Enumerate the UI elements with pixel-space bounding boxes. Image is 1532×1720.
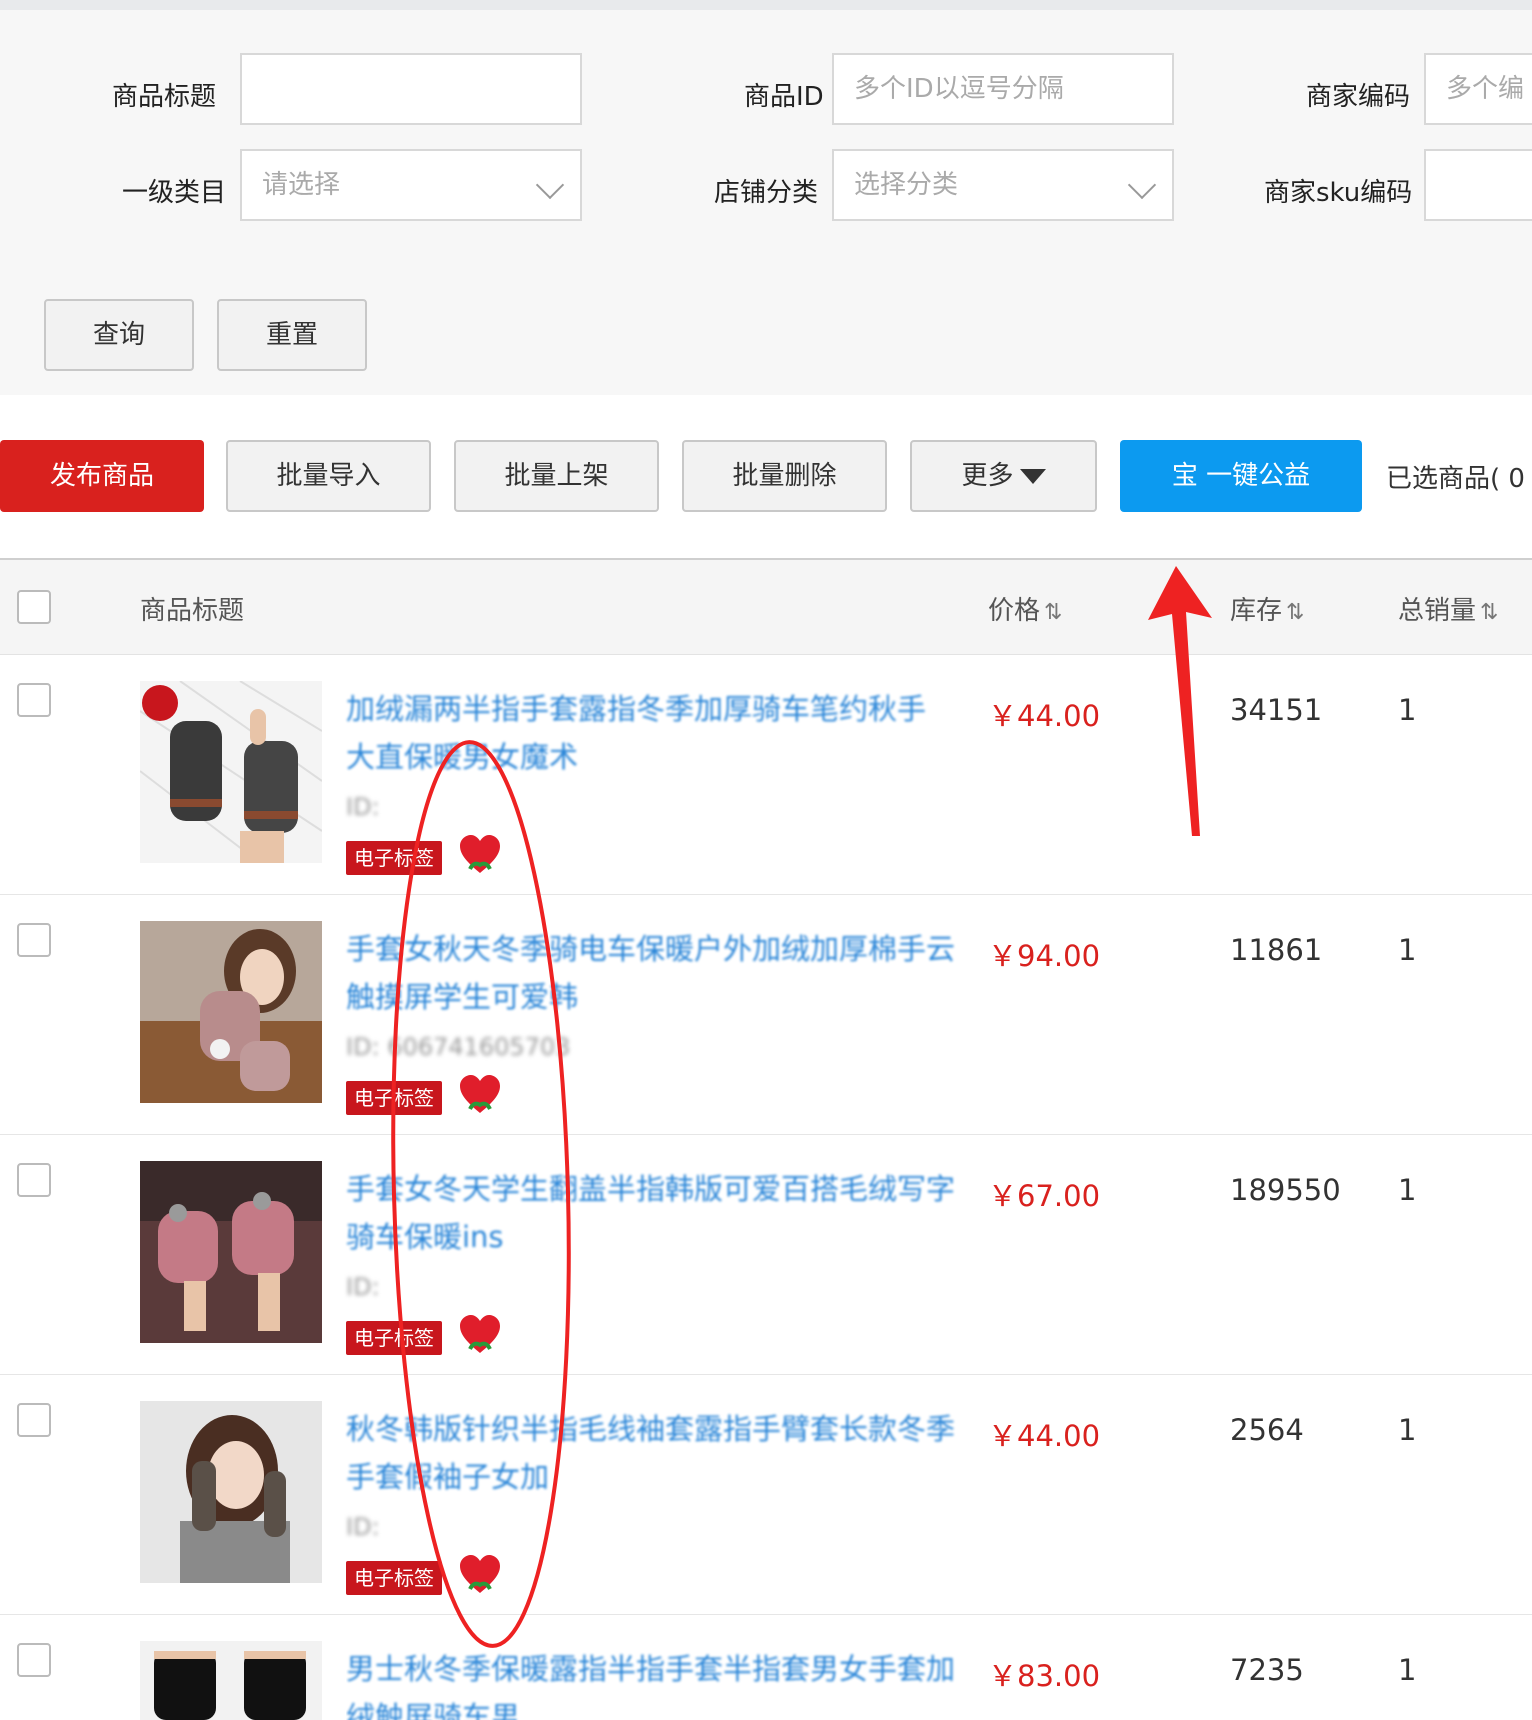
reset-button[interactable]: 重置 (217, 299, 367, 371)
filter-panel: 商品标题 商品ID 多个ID以逗号分隔 商家编码 多个编 一级类目 请选择 店铺… (0, 10, 1532, 395)
product-id-value: ID: (346, 1273, 380, 1301)
e-label-badge[interactable]: 电子标签 (346, 841, 442, 875)
product-title: 秋冬韩版针织半指毛线袖套露指手臂套长款冬季手套假袖子女加 (346, 1412, 956, 1494)
charity-button[interactable]: 宝 一键公益 (1120, 440, 1362, 512)
product-stock[interactable]: 11861 (1230, 933, 1322, 967)
product-price: ￥44.00 (988, 1419, 1101, 1453)
top-strip (0, 0, 1532, 10)
title-filter-label: 商品标题 (112, 82, 217, 112)
batch-list-button[interactable]: 批量上架 (454, 440, 659, 512)
product-title: 加绒漏两半指手套露指冬季加厚骑车笔约秋手 大直保暖男女魔术 (346, 692, 927, 774)
table-header: 商品标题 价格 ⇅ 库存 ⇅ 总销量 ⇅ (0, 558, 1532, 655)
sort-icon: ⇅ (1286, 600, 1305, 625)
shop-category-select[interactable]: 选择分类 (832, 149, 1174, 221)
product-id-value: ID: (346, 1513, 380, 1541)
title-filter-input[interactable] (240, 53, 582, 125)
sku-label: 商家sku编码 (1264, 178, 1413, 208)
merchant-code-input[interactable]: 多个编 (1424, 53, 1532, 125)
batch-delete-button[interactable]: 批量删除 (682, 440, 887, 512)
sort-icon: ⇅ (1480, 600, 1499, 625)
publish-button[interactable]: 发布商品 (0, 440, 204, 512)
charity-heart-icon (460, 1075, 500, 1113)
product-thumbnail[interactable] (140, 1161, 322, 1343)
header-title: 商品标题 (140, 596, 245, 626)
product-thumbnail[interactable] (140, 921, 322, 1103)
product-price: ￥94.00 (988, 939, 1101, 973)
product-title-link[interactable]: 男士秋冬季保暖露指半指手套半指套男女手套加绒触屏骑车男 (346, 1645, 956, 1720)
product-thumbnail[interactable] (140, 1401, 322, 1583)
row-checkbox[interactable] (17, 683, 51, 717)
header-sales-label: 总销量 (1398, 596, 1477, 626)
caret-down-icon (1019, 469, 1046, 484)
charity-heart-icon (460, 835, 500, 873)
product-id-value: ID: (346, 793, 380, 821)
header-stock[interactable]: 库存 ⇅ (1230, 590, 1304, 627)
product-stock[interactable]: 189550 (1230, 1173, 1341, 1207)
e-label-badge[interactable]: 电子标签 (346, 1561, 442, 1595)
product-title-link[interactable]: 手套女冬天学生翻盖半指韩版可爱百搭毛绒写字骑车保暖ins (346, 1165, 956, 1261)
shop-category-label: 店铺分类 (714, 178, 819, 208)
more-dropdown-button[interactable]: 更多 (910, 440, 1097, 512)
query-button[interactable]: 查询 (44, 299, 194, 371)
merchant-code-label: 商家编码 (1306, 82, 1411, 112)
category-label: 一级类目 (122, 178, 227, 208)
product-id: ID: (346, 1513, 380, 1541)
sku-input[interactable] (1424, 149, 1532, 221)
chevron-down-icon (1127, 170, 1157, 200)
product-stock[interactable]: 34151 (1230, 693, 1322, 727)
row-checkbox[interactable] (17, 1643, 51, 1677)
table-row[interactable]: 手套女冬天学生翻盖半指韩版可爱百搭毛绒写字骑车保暖ins ID: 电子标签 ￥6… (0, 1135, 1532, 1375)
id-filter-label: 商品ID (744, 82, 824, 112)
selected-count: 已选商品( 0 (1386, 464, 1525, 494)
e-label-badge[interactable]: 电子标签 (346, 1081, 442, 1115)
table-row[interactable]: 秋冬韩版针织半指毛线袖套露指手臂套长款冬季手套假袖子女加 ID: 电子标签 ￥4… (0, 1375, 1532, 1615)
product-sales: 1 (1398, 1653, 1417, 1687)
product-title: 手套女秋天冬季骑电车保暖户外加绒加厚棉手云触摸屏学生可爱韩 (346, 932, 956, 1014)
product-sales: 1 (1398, 1173, 1417, 1207)
product-price: ￥44.00 (988, 699, 1101, 733)
header-sales[interactable]: 总销量 ⇅ (1398, 590, 1498, 627)
header-stock-label: 库存 (1230, 596, 1283, 626)
batch-import-button[interactable]: 批量导入 (226, 440, 431, 512)
id-filter-input[interactable]: 多个ID以逗号分隔 (832, 53, 1174, 125)
more-label: 更多 (961, 461, 1014, 491)
product-thumbnail[interactable] (140, 1641, 322, 1720)
e-label-badge[interactable]: 电子标签 (346, 1321, 442, 1355)
shop-category-select-value: 选择分类 (854, 170, 959, 200)
row-checkbox[interactable] (17, 1163, 51, 1197)
chevron-down-icon (535, 170, 565, 200)
product-sales: 1 (1398, 693, 1417, 727)
product-sales: 1 (1398, 1413, 1417, 1447)
sort-icon: ⇅ (1044, 600, 1063, 625)
table-row[interactable]: 加绒漏两半指手套露指冬季加厚骑车笔约秋手 大直保暖男女魔术 ID: 电子标签 ￥… (0, 655, 1532, 895)
header-price[interactable]: 价格 ⇅ (988, 590, 1062, 627)
product-thumbnail[interactable] (140, 681, 322, 863)
charity-heart-icon (460, 1315, 500, 1353)
header-price-label: 价格 (988, 596, 1041, 626)
table-row[interactable]: 手套女秋天冬季骑电车保暖户外加绒加厚棉手云触摸屏学生可爱韩 ID: 606741… (0, 895, 1532, 1135)
product-title-link[interactable]: 秋冬韩版针织半指毛线袖套露指手臂套长款冬季手套假袖子女加 (346, 1405, 956, 1501)
category-select-value: 请选择 (262, 170, 341, 200)
table-row[interactable]: 男士秋冬季保暖露指半指手套半指套男女手套加绒触屏骑车男 ￥83.00 7235 … (0, 1615, 1532, 1720)
product-title-link[interactable]: 加绒漏两半指手套露指冬季加厚骑车笔约秋手 大直保暖男女魔术 (346, 685, 956, 781)
row-checkbox[interactable] (17, 1403, 51, 1437)
product-title-link[interactable]: 手套女秋天冬季骑电车保暖户外加绒加厚棉手云触摸屏学生可爱韩 (346, 925, 956, 1021)
product-id-value: ID: 606741605703 (346, 1033, 571, 1061)
row-checkbox[interactable] (17, 923, 51, 957)
product-price: ￥67.00 (988, 1179, 1101, 1213)
product-stock[interactable]: 2564 (1230, 1413, 1304, 1447)
product-id: ID: (346, 793, 380, 821)
product-price: ￥83.00 (988, 1659, 1101, 1693)
product-stock[interactable]: 7235 (1230, 1653, 1304, 1687)
product-title: 手套女冬天学生翻盖半指韩版可爱百搭毛绒写字骑车保暖ins (346, 1172, 956, 1254)
product-id: ID: 606741605703 (346, 1033, 571, 1061)
product-id: ID: (346, 1273, 380, 1301)
product-sales: 1 (1398, 933, 1417, 967)
category-select[interactable]: 请选择 (240, 149, 582, 221)
charity-heart-icon (460, 1555, 500, 1593)
product-title: 男士秋冬季保暖露指半指手套半指套男女手套加绒触屏骑车男 (346, 1652, 956, 1720)
select-all-checkbox[interactable] (17, 590, 51, 624)
